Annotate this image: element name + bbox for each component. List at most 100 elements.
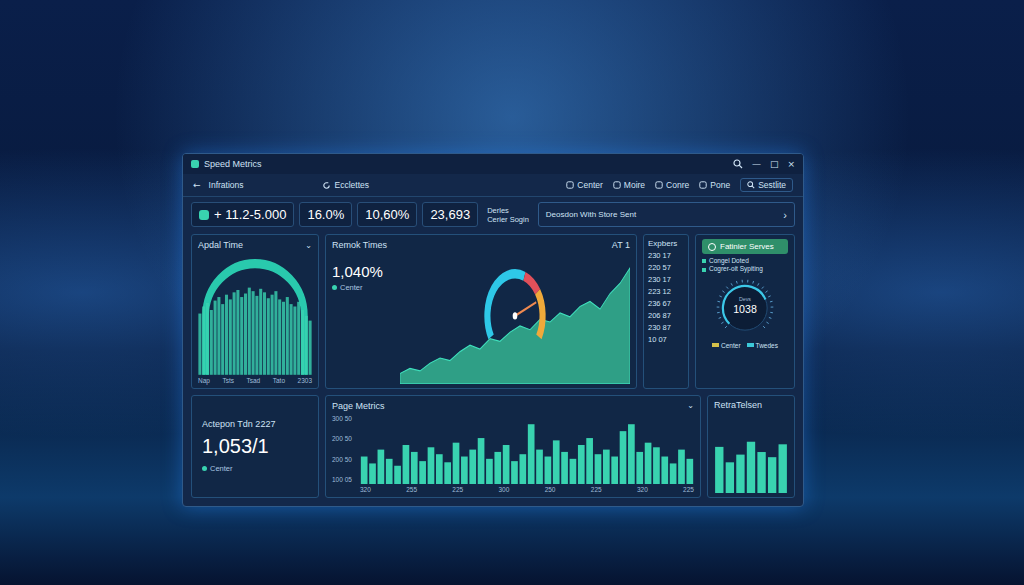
toolbar-item[interactable]: Pone <box>699 180 730 190</box>
value-row: 230 17 <box>648 275 684 284</box>
dial-meter: Devs1038 <box>714 277 776 339</box>
chart-bar <box>570 459 577 484</box>
page-metrics-panel: Page Metrics ⌄ 300 50200 50200 50100 05 … <box>325 395 701 498</box>
chart-bar <box>267 298 270 375</box>
remok-panel: Remok Times AT 1 1,040% Center <box>325 234 637 389</box>
chart-bar <box>259 289 262 375</box>
chart-bar <box>394 466 401 484</box>
retra-panel: RetraTelsen <box>707 395 795 498</box>
search-field[interactable]: Sestlite <box>740 178 793 192</box>
stats-row: + 11.2-5.000 16.0% 10,60% 23,693 Derles … <box>183 197 803 232</box>
chart-bar <box>578 445 585 484</box>
action-button[interactable]: Deosdon With Store Sent › <box>538 202 795 227</box>
apdal-panel: Apdal Time ⌄ NapTstsTsadTato2303 <box>191 234 319 389</box>
axis-label: 225 <box>683 486 694 493</box>
legend-item: Center <box>332 283 396 292</box>
panel-title: RetraTelsen <box>714 400 788 410</box>
chart-bar <box>747 442 755 493</box>
chart-bar <box>620 431 627 484</box>
toolbar-item[interactable]: Conre <box>655 180 689 190</box>
stat-card: 23,693 <box>422 202 478 227</box>
window-title: Speed Metrics <box>204 159 262 169</box>
stat-card: 16.0% <box>299 202 352 227</box>
panel-title: Expbers <box>648 239 684 248</box>
chart-bar <box>478 438 485 484</box>
back-button[interactable]: ← <box>193 180 201 190</box>
chart-bar <box>736 454 744 493</box>
toolbar-item[interactable]: Moire <box>613 180 645 190</box>
chart-bar <box>494 452 501 484</box>
chart-bar <box>419 461 426 484</box>
chart-bar <box>461 456 468 484</box>
chart-bar <box>206 303 209 375</box>
refresh-icon <box>322 181 331 190</box>
chart-bar <box>486 459 493 484</box>
chart-bar <box>528 424 535 484</box>
chart-bar <box>297 302 300 375</box>
search-icon[interactable] <box>733 159 743 169</box>
chart-bar <box>628 424 635 484</box>
gauge <box>487 274 542 337</box>
chart-bar <box>779 444 787 493</box>
axis-label: 300 50 <box>332 415 356 422</box>
value-row: 10 07 <box>648 335 684 344</box>
status-line: Congel Doted <box>702 257 788 265</box>
chart-bar <box>286 297 289 375</box>
chart-bar <box>469 449 476 484</box>
chart-bar <box>263 292 266 374</box>
toolbar-item[interactable]: Center <box>566 180 603 190</box>
chart-bar <box>611 456 618 484</box>
dropdown-chevron[interactable]: ⌄ <box>687 401 694 410</box>
axis-label: 2303 <box>298 377 312 384</box>
chart-bar <box>309 321 312 375</box>
chart-bar <box>411 452 418 484</box>
ring-icon <box>708 243 716 251</box>
status-button[interactable]: Fatinier Serves <box>702 239 788 254</box>
window-control[interactable]: × <box>787 159 795 169</box>
panel-title: Actepon Tdn 2227 <box>202 419 308 429</box>
search-icon <box>747 181 755 189</box>
bar-chart <box>360 415 694 484</box>
dropdown-chevron[interactable]: ⌄ <box>305 241 312 250</box>
chart-bar <box>686 459 693 484</box>
legend-item: Center <box>712 342 741 349</box>
value-row: 230 17 <box>648 251 684 260</box>
chart-bar <box>202 306 205 374</box>
chart-bar <box>244 294 247 375</box>
window-control[interactable]: — <box>752 159 761 169</box>
window-control[interactable]: □ <box>770 159 779 169</box>
status-panel: Fatinier Serves Congel DotedCogrer-oit S… <box>695 234 795 389</box>
big-value: 1,040% <box>332 263 396 280</box>
chart-bar <box>670 463 677 484</box>
toolbar-item-icon <box>613 181 621 189</box>
chart-bar <box>214 301 217 375</box>
chart-bar <box>645 442 652 484</box>
chart-bar <box>444 462 451 484</box>
chart-bar <box>282 302 285 375</box>
chart-bar <box>519 454 526 484</box>
chart-bar <box>255 296 258 375</box>
axis-label: 320 <box>360 486 371 493</box>
arch-bar-chart <box>198 257 312 375</box>
value-row: 223 12 <box>648 287 684 296</box>
value-row: 220 57 <box>648 263 684 272</box>
chart-bar <box>428 447 435 484</box>
dial-label: Devs <box>739 296 751 302</box>
expbers-panel: Expbers 230 17220 57230 17223 12236 6720… <box>643 234 689 389</box>
axis-label: 320 <box>637 486 648 493</box>
area-chart <box>400 255 630 384</box>
chart-bar <box>278 299 281 374</box>
value-row: 206 87 <box>648 311 684 320</box>
chart-bar <box>768 457 776 493</box>
toolbar-item-icon <box>566 181 574 189</box>
axis-label: 200 50 <box>332 435 356 442</box>
section-label[interactable]: Ecclettes <box>335 180 370 190</box>
chart-bar <box>386 459 393 484</box>
axis-label: 100 05 <box>332 476 356 483</box>
chart-bar <box>403 445 410 484</box>
toolbar-title: Infrations <box>209 180 244 190</box>
toolbar: ← Infrations Ecclettes Center Moire Conr… <box>183 174 803 197</box>
title-bar: Speed Metrics — □ × <box>183 154 803 174</box>
server-room-background: Speed Metrics — □ × ← Infrations Ecclettes… <box>0 0 1024 585</box>
chart-bar <box>586 438 593 484</box>
